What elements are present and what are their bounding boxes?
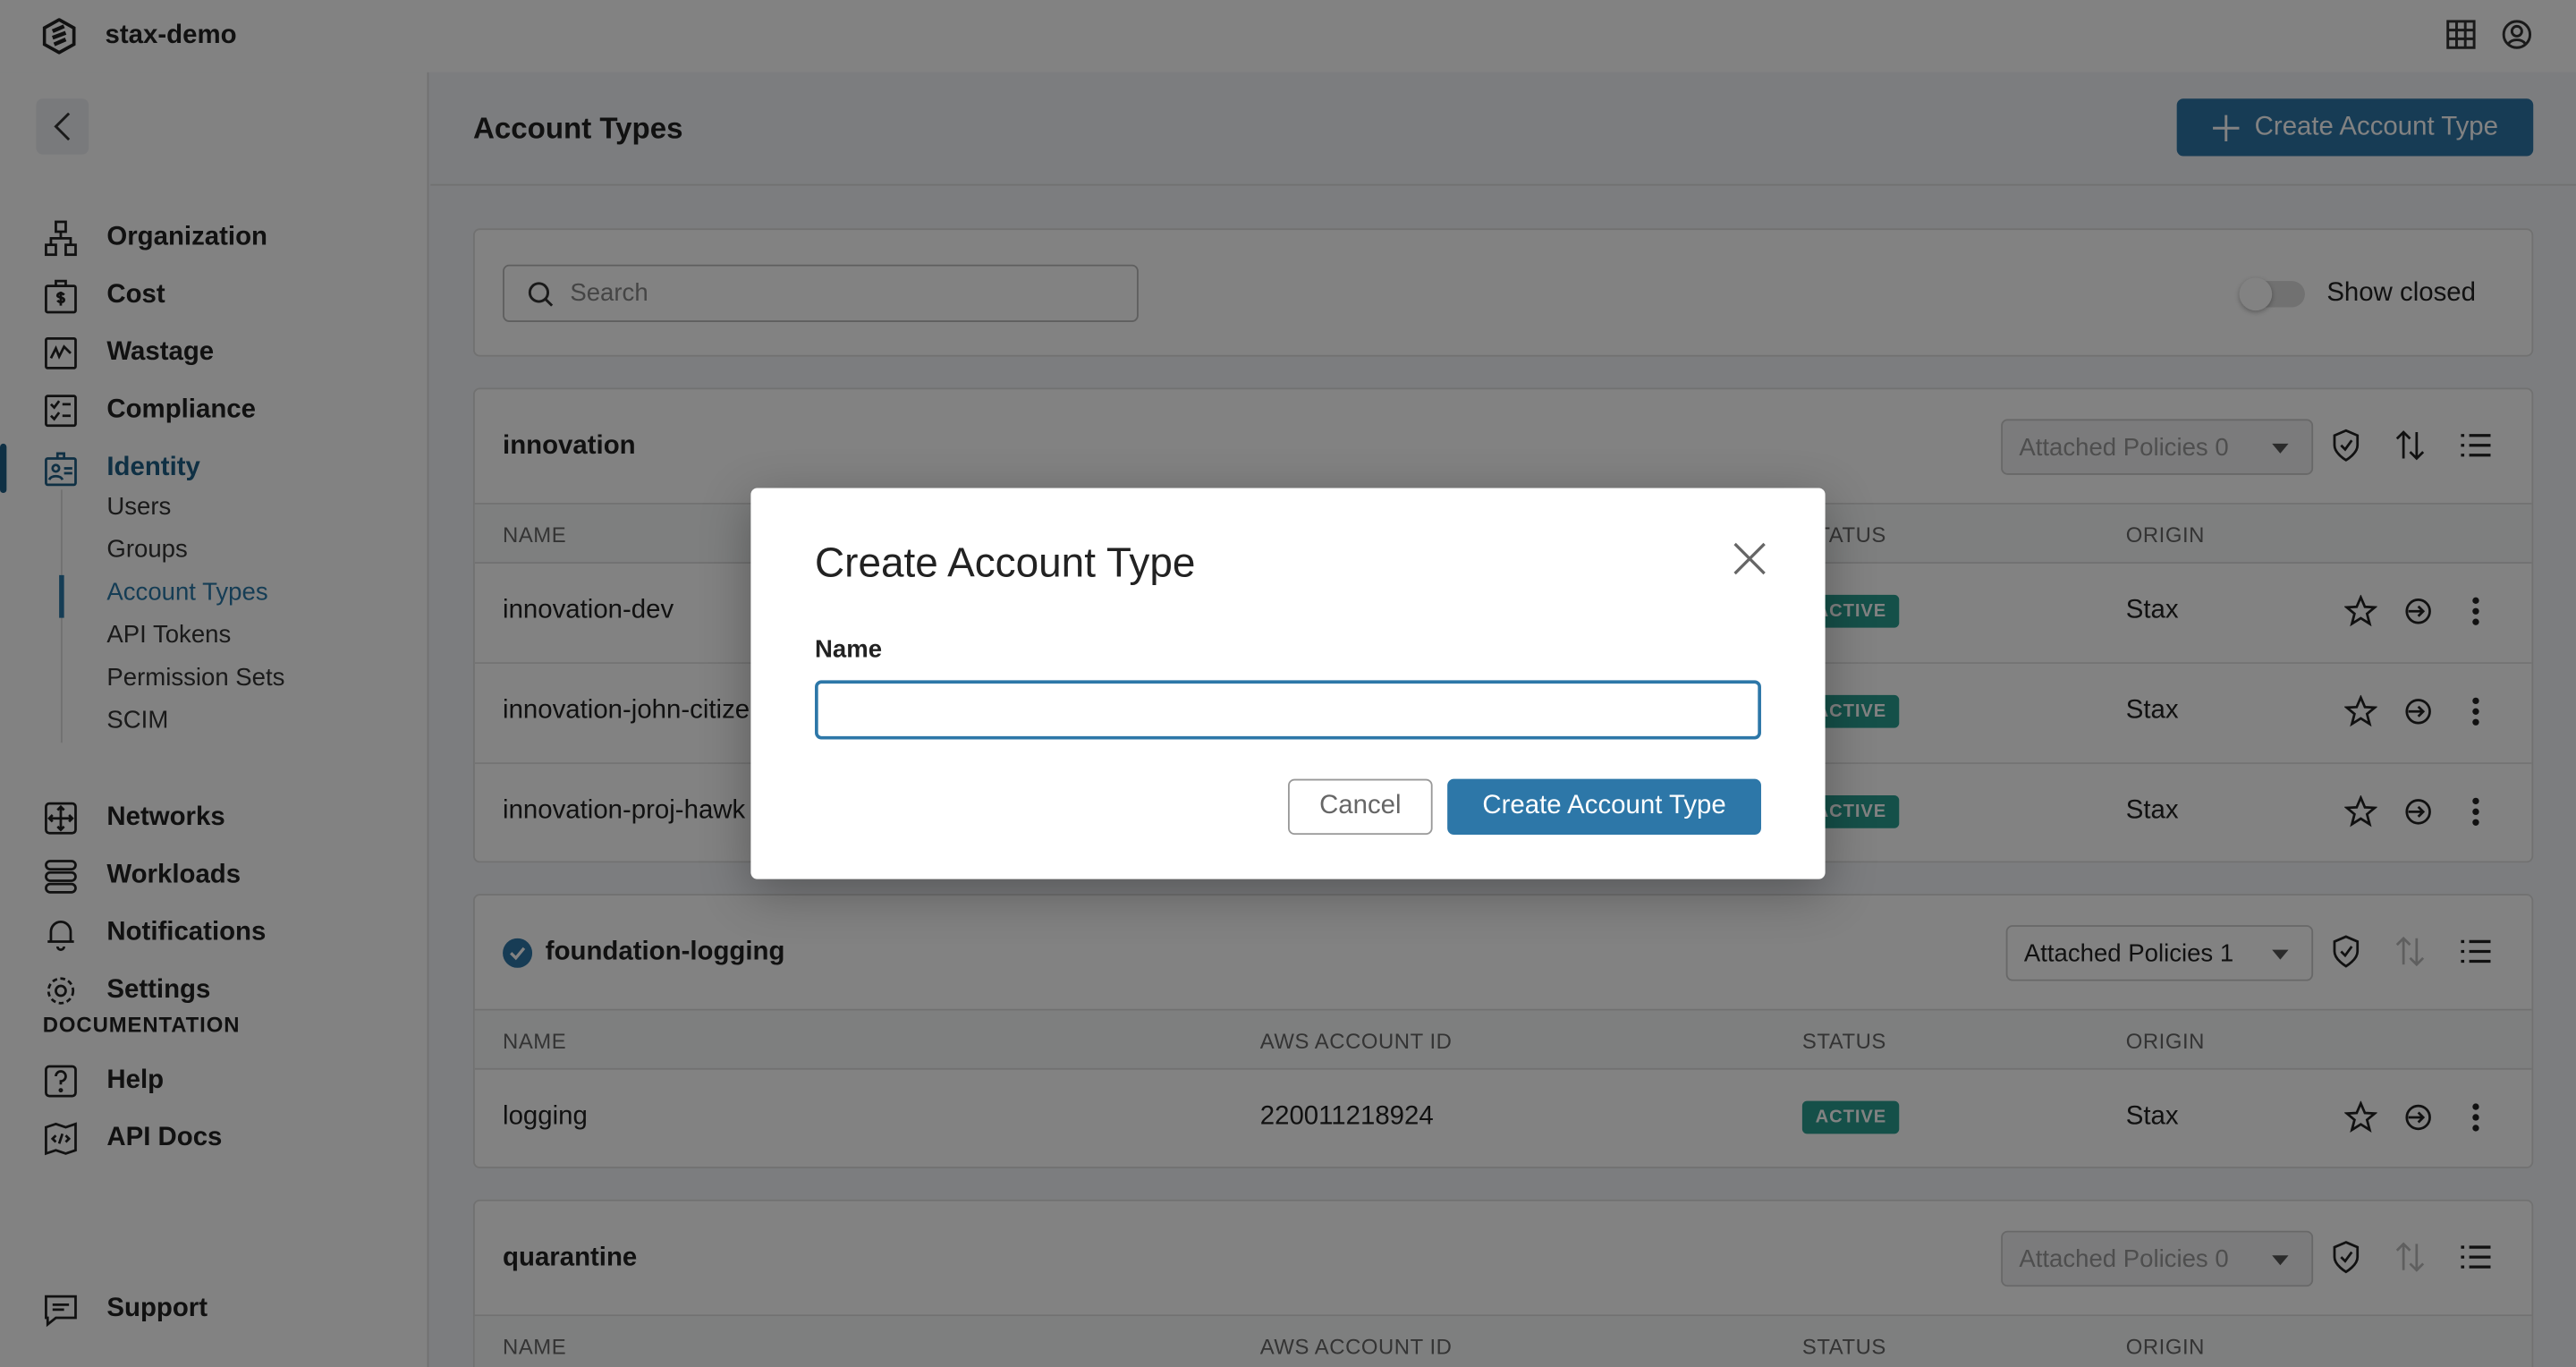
- name-input[interactable]: [815, 680, 1761, 740]
- cancel-button[interactable]: Cancel: [1287, 778, 1433, 836]
- app-root: stax-demo Organization Cost Wastage Complia…: [0, 0, 2576, 1367]
- create-account-type-dialog: Create Account Type Name Cancel Create A…: [750, 488, 1826, 879]
- submit-create-account-type-button[interactable]: Create Account Type: [1447, 778, 1761, 836]
- dialog-title: Create Account Type: [815, 540, 1196, 587]
- name-label: Name: [815, 635, 883, 665]
- close-icon[interactable]: [1733, 542, 1767, 575]
